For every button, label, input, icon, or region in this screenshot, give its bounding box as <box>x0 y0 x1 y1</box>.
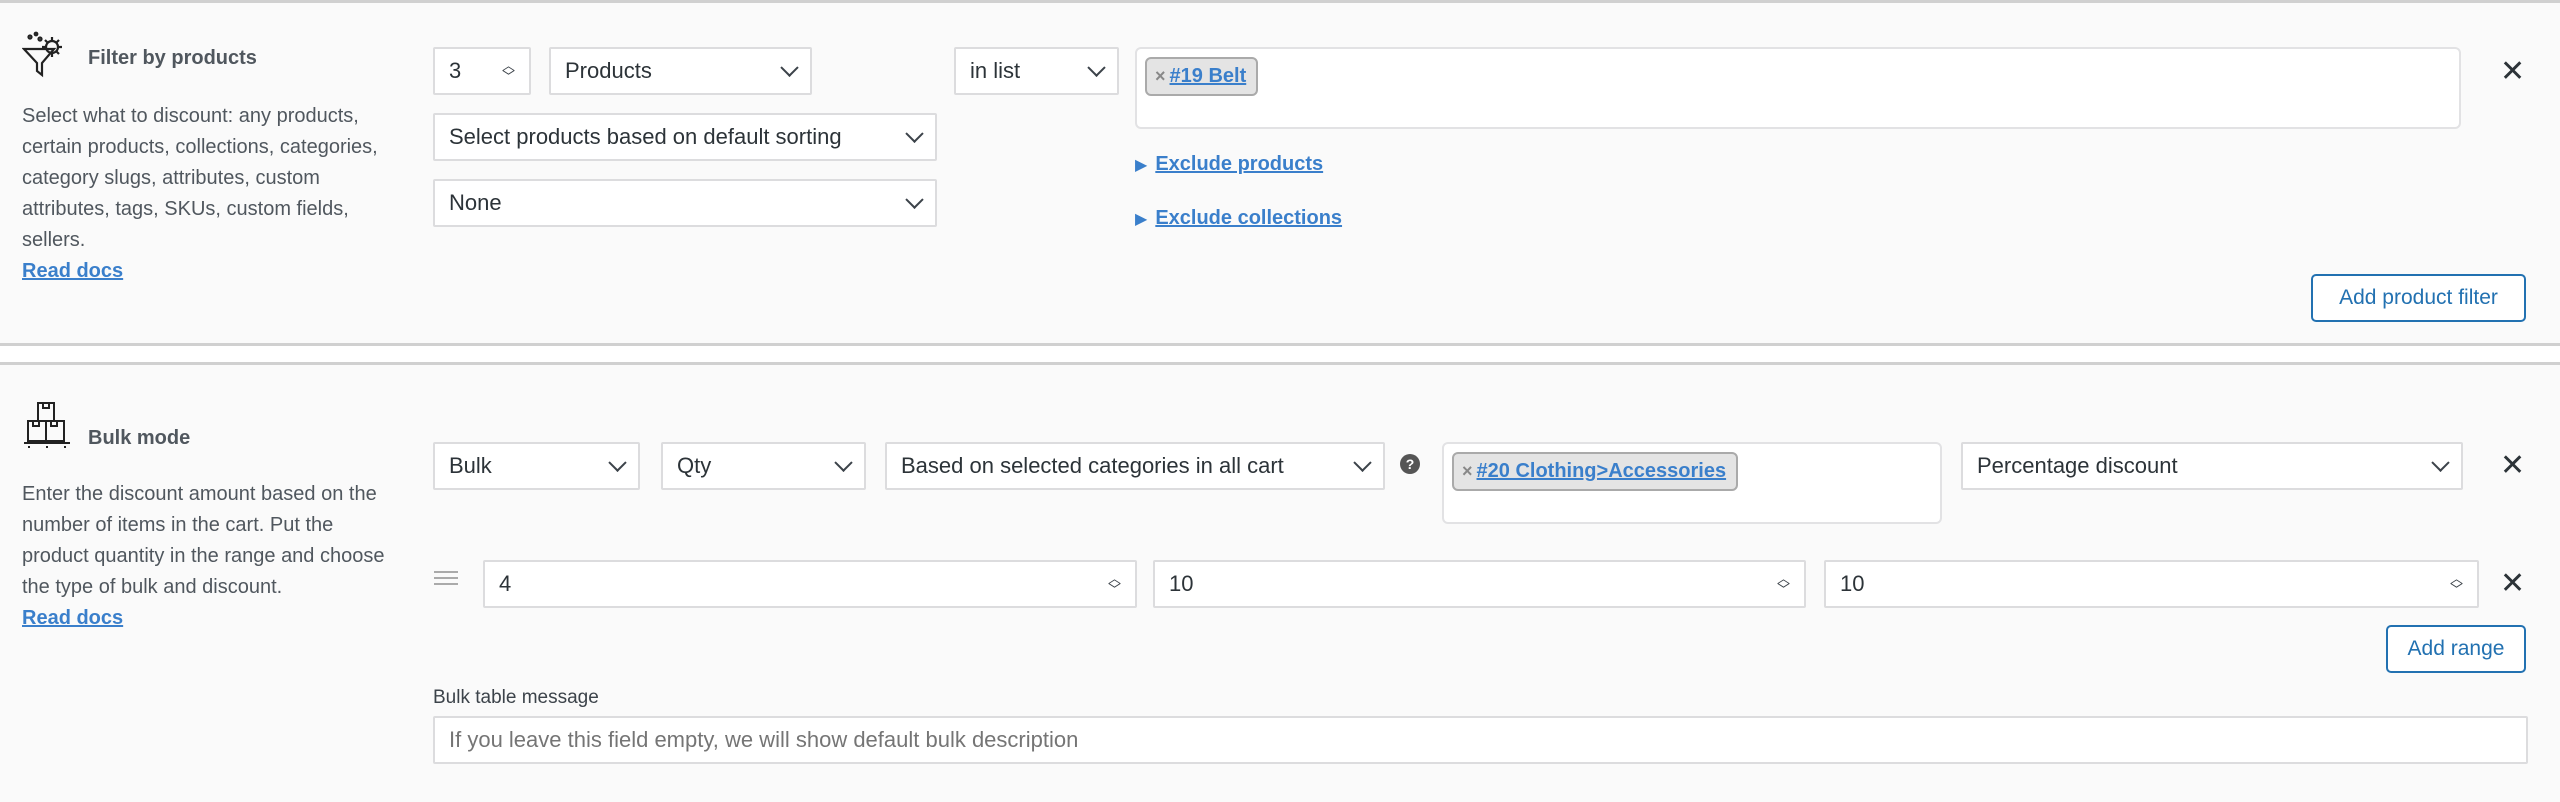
read-docs-link[interactable]: Read docs <box>22 607 123 629</box>
add-product-filter-button[interactable]: Add product filter <box>2311 274 2526 322</box>
range-to-value: 10 <box>1169 571 1194 596</box>
bulk-table-message-label: Bulk table message <box>433 687 599 708</box>
product-tag[interactable]: × #19 Belt <box>1145 57 1259 96</box>
sorting-select[interactable]: Select products based on default sorting <box>433 113 937 161</box>
sorting-value: Select products based on default sorting <box>449 124 842 149</box>
bulk-mode-select[interactable]: Bulk <box>433 442 640 490</box>
remove-tag-icon[interactable]: × <box>1462 461 1473 482</box>
filter-by-products-section: Filter by products Select what to discou… <box>0 0 2560 346</box>
condition-value: in list <box>970 58 1021 83</box>
triangle-right-icon: ▶ <box>1135 210 1148 228</box>
extra-select[interactable]: None <box>433 179 937 227</box>
category-tags-input[interactable]: × #20 Clothing>Accessories <box>1442 442 1942 524</box>
measure-value: Qty <box>677 453 712 478</box>
basis-select[interactable]: Based on selected categories in all cart <box>885 442 1385 490</box>
chevron-down-icon <box>1087 58 1106 77</box>
chevron-down-icon <box>2431 453 2450 472</box>
chevron-down-icon <box>1353 453 1372 472</box>
help-icon[interactable]: ? <box>1400 454 1420 474</box>
triangle-right-icon: ▶ <box>1135 156 1148 174</box>
discount-type-value: Percentage discount <box>1977 453 2178 478</box>
condition-select[interactable]: in list <box>954 47 1119 95</box>
category-tag[interactable]: × #20 Clothing>Accessories <box>1452 452 1739 491</box>
exclude-collections-link[interactable]: Exclude collections <box>1155 207 1342 230</box>
tag-label[interactable]: #19 Belt <box>1170 65 1247 88</box>
chevron-down-icon <box>834 453 853 472</box>
stepper-arrows-icon[interactable]: ︿ ﹀ <box>1108 572 1121 596</box>
remove-tag-icon[interactable]: × <box>1155 66 1166 87</box>
basis-value: Based on selected categories in all cart <box>901 453 1284 478</box>
product-tags-input[interactable]: × #19 Belt <box>1135 47 2461 129</box>
remove-range-button[interactable]: ✕ <box>2500 569 2525 599</box>
range-discount-input[interactable]: 10 ︿ ﹀ <box>1824 560 2479 608</box>
chevron-down-icon <box>780 58 799 77</box>
section-description: Select what to discount: any products, c… <box>22 101 402 287</box>
bulk-table-message-input[interactable] <box>433 716 2528 764</box>
range-from-value: 4 <box>499 571 512 596</box>
filter-type-select[interactable]: Products <box>549 47 812 95</box>
chevron-down-icon <box>905 124 924 143</box>
section-description: Enter the discount amount based on the n… <box>22 479 402 634</box>
chevron-down-icon <box>905 190 924 209</box>
tag-label[interactable]: #20 Clothing>Accessories <box>1477 460 1727 483</box>
count-value: 3 <box>449 58 462 83</box>
exclude-products-link[interactable]: Exclude products <box>1155 153 1323 176</box>
exclude-collections-toggle[interactable]: ▶ Exclude collections <box>1135 207 1342 230</box>
remove-bulk-button[interactable]: ✕ <box>2500 451 2525 481</box>
description-text: Enter the discount amount based on the n… <box>22 483 385 598</box>
add-range-button[interactable]: Add range <box>2386 625 2526 673</box>
section-title: Filter by products <box>88 47 257 69</box>
stacked-boxes-icon <box>24 402 70 448</box>
measure-select[interactable]: Qty <box>661 442 866 490</box>
read-docs-link[interactable]: Read docs <box>22 260 123 282</box>
stepper-arrows-icon[interactable]: ︿ ﹀ <box>502 59 515 83</box>
remove-filter-button[interactable]: ✕ <box>2500 57 2525 87</box>
chevron-down-icon <box>608 453 627 472</box>
mode-value: Bulk <box>449 453 492 478</box>
count-stepper[interactable]: 3 ︿ ﹀ <box>433 47 531 95</box>
section-title: Bulk mode <box>88 427 191 449</box>
range-from-input[interactable]: 4 ︿ ﹀ <box>483 560 1137 608</box>
filter-type-value: Products <box>565 58 652 83</box>
description-text: Select what to discount: any products, c… <box>22 105 378 251</box>
exclude-products-toggle[interactable]: ▶ Exclude products <box>1135 153 1323 176</box>
discount-type-select[interactable]: Percentage discount <box>1961 442 2463 490</box>
range-to-input[interactable]: 10 ︿ ﹀ <box>1153 560 1806 608</box>
drag-handle-icon[interactable] <box>434 571 458 585</box>
funnel-gear-icon <box>22 31 62 78</box>
bulk-mode-section: Bulk mode Enter the discount amount base… <box>0 362 2560 802</box>
extra-value: None <box>449 190 502 215</box>
range-discount-value: 10 <box>1840 571 1865 596</box>
stepper-arrows-icon[interactable]: ︿ ﹀ <box>2450 572 2463 596</box>
stepper-arrows-icon[interactable]: ︿ ﹀ <box>1777 572 1790 596</box>
